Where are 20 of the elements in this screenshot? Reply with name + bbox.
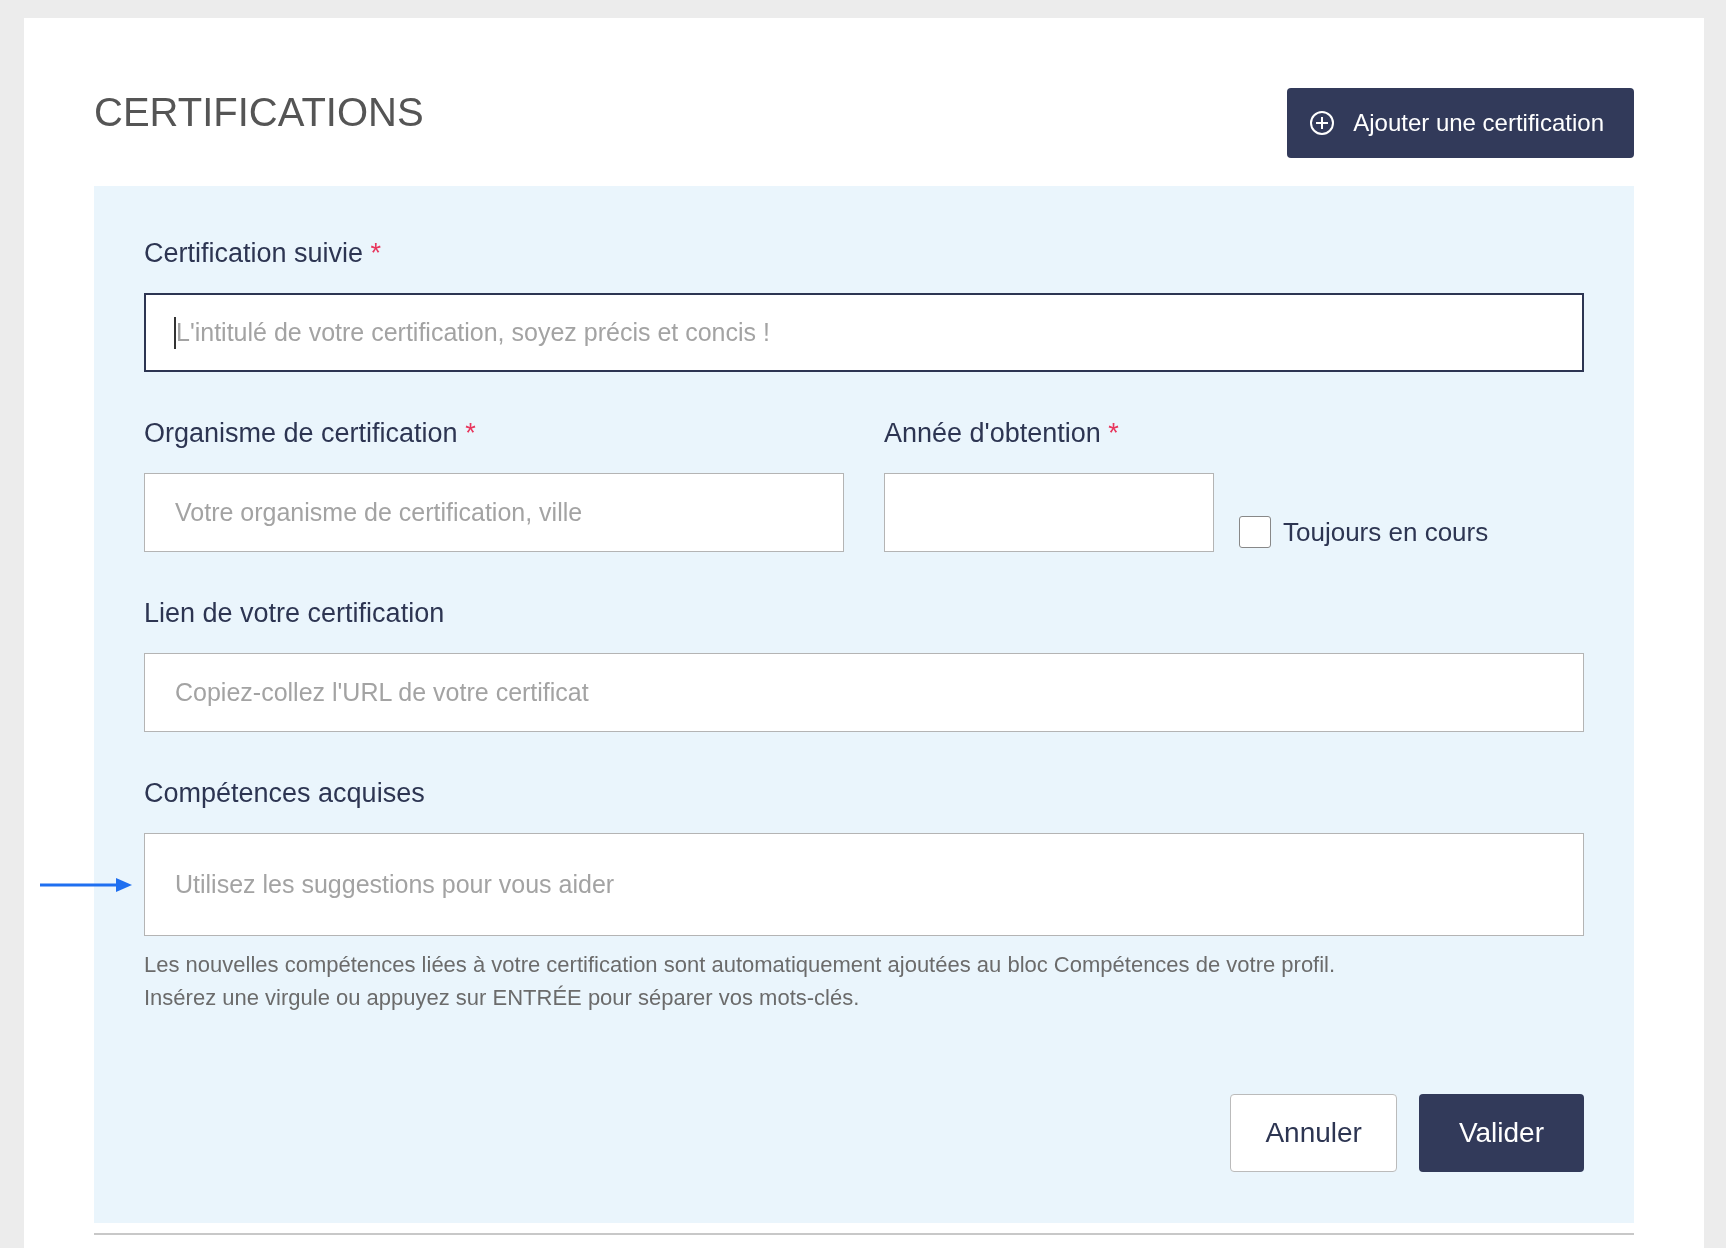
help-text: Insérez une virgule ou appuyez sur ENTRÉE pour séparer vos mots-clés. xyxy=(144,984,861,1012)
add-certification-button[interactable]: Ajouter une certification xyxy=(1287,88,1634,158)
field-label: Lien de votre certification xyxy=(144,598,446,629)
input-field[interactable]: Copiez-collez l'URL de votre certificat xyxy=(144,653,1584,732)
section-title: CERTIFICATIONS xyxy=(94,89,424,135)
cancel-button[interactable]: Annuler xyxy=(1230,1094,1397,1172)
input-field[interactable]: Utilisez les suggestions pour vous aider xyxy=(144,833,1584,936)
field-label: Année d'obtention * xyxy=(884,418,1120,449)
help-text: Les nouvelles compétences liées à votre certification sont automatiquement ajoutées au bloc Compétences de votre profil. xyxy=(144,951,1337,979)
field-label: Compétences acquises xyxy=(144,778,426,809)
input-field[interactable] xyxy=(884,473,1214,552)
input-field[interactable]: L'intitulé de votre certification, soyez précis et concis ! xyxy=(144,293,1584,372)
input-field[interactable]: Votre organisme de certification, ville xyxy=(144,473,844,552)
field-label: Certification suivie * xyxy=(144,238,383,269)
field-label: Organisme de certification * xyxy=(144,418,477,449)
text-cursor xyxy=(174,317,176,349)
checkbox[interactable] xyxy=(1239,516,1271,548)
submit-button[interactable]: Valider xyxy=(1418,1094,1584,1172)
plus-circle-icon xyxy=(1309,110,1336,136)
checkbox-label: Toujours en cours xyxy=(1283,516,1489,548)
